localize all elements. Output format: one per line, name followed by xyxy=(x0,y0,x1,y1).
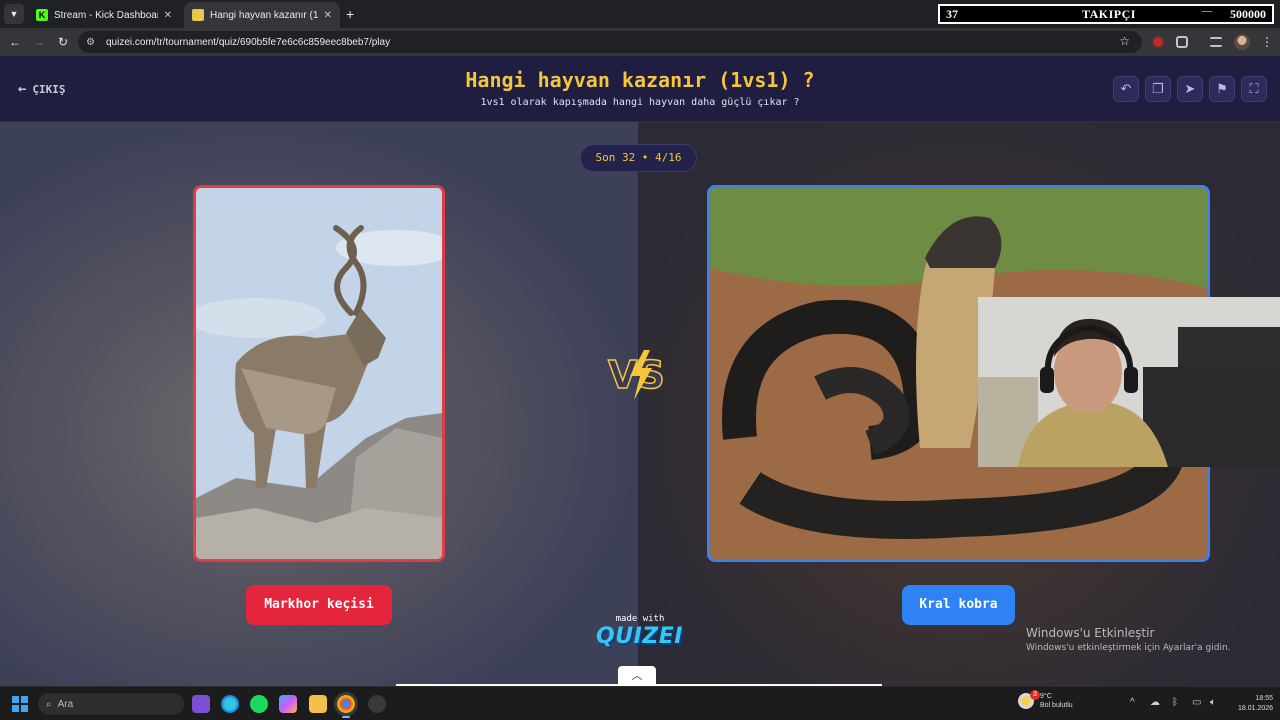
markhor-image xyxy=(196,188,442,559)
follower-goal: 500000 xyxy=(1230,7,1266,21)
quizei-icon xyxy=(192,9,204,21)
copy-icon[interactable]: ❐ xyxy=(1145,76,1171,102)
edge-icon[interactable] xyxy=(221,695,239,713)
display-icon[interactable]: ▭ xyxy=(1192,697,1201,708)
forward-icon[interactable]: → xyxy=(30,33,48,51)
tab-kick-dashboard[interactable]: K Stream - Kick Dashboard ✕ xyxy=(28,2,180,28)
close-icon[interactable]: ✕ xyxy=(164,10,172,21)
weather-description: Bol bulutlu xyxy=(1040,702,1073,709)
center-divider xyxy=(638,122,640,686)
windows-start-icon[interactable] xyxy=(12,696,28,712)
fullscreen-icon[interactable]: ⛶ xyxy=(1241,76,1267,102)
volume-icon[interactable]: 🔈︎ xyxy=(1210,697,1216,708)
browser-tabstrip: ▼ K Stream - Kick Dashboard ✕ Hangi hayv… xyxy=(0,0,1280,28)
quizei-logo[interactable]: QUIZEI xyxy=(596,624,682,649)
quiz-page: ← ÇIKIŞ Hangi hayvan kazanır (1vs1) ? 1v… xyxy=(0,56,1280,686)
bookmark-star-icon[interactable]: ☆ xyxy=(1119,34,1130,48)
clock-date: 18.01.2026 xyxy=(1238,705,1274,712)
taskbar-search[interactable]: ⌕ Ara xyxy=(38,693,184,715)
notification-badge: 3 xyxy=(1030,690,1040,700)
browser-toolbar: ← → ↻ ⚙ quizei.com/tr/tournament/quiz/69… xyxy=(0,28,1280,56)
copilot-icon[interactable] xyxy=(279,695,297,713)
network-icon[interactable]: ☁ xyxy=(1150,697,1160,708)
url-text: quizei.com/tr/tournament/quiz/690b5fe7e6… xyxy=(106,36,391,48)
menu-kebab-icon[interactable]: ⋮ xyxy=(1258,33,1276,51)
quiz-header: ← ÇIKIŞ Hangi hayvan kazanır (1vs1) ? 1v… xyxy=(0,56,1280,122)
file-explorer-icon[interactable] xyxy=(309,695,327,713)
chrome-icon[interactable] xyxy=(334,692,358,718)
tab-quiz[interactable]: Hangi hayvan kazanır (1vs1) ? - ✕ xyxy=(184,2,340,28)
tab-title: Stream - Kick Dashboard xyxy=(54,9,158,21)
app-icon-purple[interactable] xyxy=(192,695,210,713)
made-with-label: made with xyxy=(615,614,665,624)
system-clock[interactable]: 18:55 18.01.2026 xyxy=(1238,694,1273,714)
round-indicator: Son 32 • 4/16 xyxy=(580,144,697,172)
close-icon[interactable]: ✕ xyxy=(324,10,332,21)
reload-icon[interactable]: ↻ xyxy=(54,33,72,51)
tab-title: Hangi hayvan kazanır (1vs1) ? - xyxy=(210,9,318,21)
weather-widget[interactable]: 9°C Bol bulutlu xyxy=(1018,692,1073,710)
kick-icon: K xyxy=(36,9,48,21)
windows-taskbar: ⌕ Ara 9°C Bol bulutlu 3 ^ ☁ ᛒ ▭ 🔈︎ 18:55… xyxy=(0,686,1280,720)
minimize-icon: — xyxy=(1202,6,1212,17)
share-send-icon[interactable]: ➤ xyxy=(1177,76,1203,102)
bluetooth-icon[interactable]: ᛒ xyxy=(1172,697,1178,708)
left-choice-image[interactable] xyxy=(193,185,445,562)
tab-search-dropdown-icon[interactable]: ▼ xyxy=(4,4,24,24)
choose-king-cobra-button[interactable]: Kral kobra xyxy=(902,585,1015,625)
undo-icon[interactable]: ↶ xyxy=(1113,76,1139,102)
back-icon[interactable]: ← xyxy=(6,33,24,51)
choose-markhor-button[interactable]: Markhor keçisi xyxy=(246,585,392,625)
quiz-title: Hangi hayvan kazanır (1vs1) ? xyxy=(465,68,815,92)
chevron-up-icon[interactable]: ︿ xyxy=(618,666,656,686)
follower-label: TAKIPÇI xyxy=(1082,7,1136,21)
activation-message: Windows'u etkinleştirmek için Ayarlar'a … xyxy=(1026,643,1231,653)
new-tab-icon[interactable]: + xyxy=(346,6,354,22)
extensions-puzzle-icon[interactable] xyxy=(1176,36,1188,48)
webcam-overlay xyxy=(978,297,1280,467)
search-placeholder: Ara xyxy=(57,698,74,710)
spotify-icon[interactable] xyxy=(250,695,268,713)
profile-avatar[interactable] xyxy=(1234,34,1250,50)
chevron-up-tray-icon[interactable]: ^ xyxy=(1130,697,1135,708)
activation-title: Windows'u Etkinleştir xyxy=(1026,626,1155,640)
windows-activation-watermark: Windows'u Etkinleştir Windows'u etkinleş… xyxy=(1026,626,1231,653)
search-icon: ⌕ xyxy=(46,698,52,710)
quiz-subtitle: 1vs1 olarak kapışmada hangi hayvan daha … xyxy=(480,97,800,108)
weather-temperature: 9°C xyxy=(1040,693,1052,700)
clock-time: 18:55 xyxy=(1255,695,1274,702)
reading-list-icon[interactable] xyxy=(1210,37,1222,47)
extension-record-icon[interactable] xyxy=(1150,34,1166,50)
follower-count: 37 xyxy=(946,7,958,21)
vs-lightning-icon: VS xyxy=(607,350,666,400)
report-flag-icon[interactable]: ⚑ xyxy=(1209,76,1235,102)
address-bar[interactable]: ⚙ quizei.com/tr/tournament/quiz/690b5fe7… xyxy=(78,31,1142,53)
site-info-icon[interactable]: ⚙ xyxy=(86,37,100,48)
follower-goal-overlay: 37 TAKIPÇI — 500000 xyxy=(938,4,1274,24)
obs-icon[interactable] xyxy=(368,695,386,713)
